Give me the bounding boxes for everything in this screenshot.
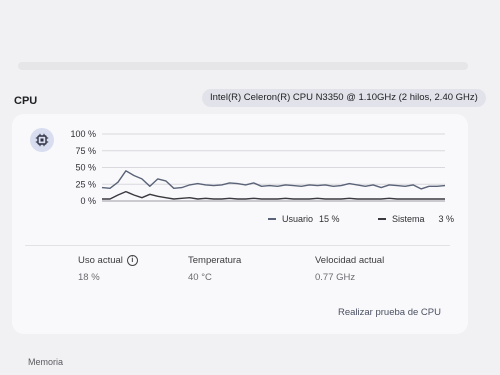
y-tick-label: 50 % — [75, 163, 96, 173]
card-divider — [25, 245, 450, 246]
legend-user-swatch — [268, 218, 276, 220]
y-tick-label: 75 % — [75, 146, 96, 156]
cpu-model-chip: Intel(R) Celeron(R) CPU N3350 @ 1.10GHz … — [202, 89, 486, 107]
cpu-chip-icon — [30, 128, 54, 152]
y-tick-label: 25 % — [75, 179, 96, 189]
temperature-label: Temperatura — [188, 255, 242, 266]
legend-user-label: Usuario — [282, 214, 314, 224]
section-title-cpu: CPU — [14, 95, 38, 107]
info-icon[interactable]: i — [126, 255, 138, 266]
legend-system: Sistema 3 % — [378, 214, 454, 224]
scroll-progress-bar — [18, 62, 468, 70]
temperature-value: 40 °C — [188, 272, 212, 283]
legend-user: Usuario 15 % — [268, 214, 340, 224]
stat-speed: Velocidad actual 0.77 GHz — [315, 255, 384, 283]
legend-system-value: 3 % — [438, 214, 455, 224]
legend-user-value: 15 % — [319, 214, 340, 224]
stat-usage: Uso actual i 18 % — [78, 255, 138, 283]
series-line-usuario — [101, 170, 446, 190]
legend-system-label: Sistema — [392, 214, 425, 224]
cpu-usage-chart: 100 % 75 % 50 % 25 % 0 % — [70, 129, 446, 206]
stat-temperature: Temperatura 40 °C — [188, 255, 241, 283]
speed-value: 0.77 GHz — [315, 272, 356, 283]
legend-system-swatch — [378, 218, 386, 220]
usage-value: 18 % — [78, 272, 100, 283]
usage-label: Uso actual — [78, 255, 123, 266]
y-tick-label: 0 % — [80, 196, 96, 206]
series-line-sistema — [102, 190, 445, 200]
y-tick-label: 100 % — [70, 129, 96, 139]
cpu-test-button[interactable]: Realizar prueba de CPU — [330, 303, 449, 323]
memory-section-label: Memoria — [28, 357, 64, 367]
speed-label: Velocidad actual — [315, 255, 385, 266]
